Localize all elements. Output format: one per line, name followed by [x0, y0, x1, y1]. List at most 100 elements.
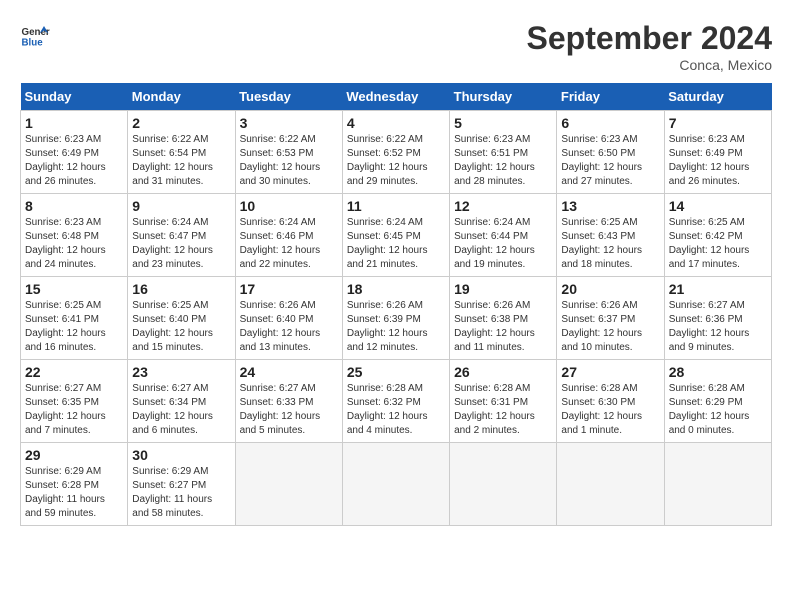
- day-info: Sunrise: 6:23 AM Sunset: 6:50 PM Dayligh…: [561, 133, 659, 189]
- day-number: 12: [454, 198, 552, 214]
- calendar-cell: 18 Sunrise: 6:26 AM Sunset: 6:39 PM Dayl…: [342, 277, 449, 360]
- day-info: Sunrise: 6:22 AM Sunset: 6:53 PM Dayligh…: [240, 133, 338, 189]
- calendar-cell: 8 Sunrise: 6:23 AM Sunset: 6:48 PM Dayli…: [21, 194, 128, 277]
- day-number: 28: [669, 364, 767, 380]
- day-info: Sunrise: 6:29 AM Sunset: 6:27 PM Dayligh…: [132, 465, 230, 521]
- calendar-cell: [450, 443, 557, 526]
- calendar-cell: 19 Sunrise: 6:26 AM Sunset: 6:38 PM Dayl…: [450, 277, 557, 360]
- day-info: Sunrise: 6:22 AM Sunset: 6:52 PM Dayligh…: [347, 133, 445, 189]
- day-number: 24: [240, 364, 338, 380]
- day-info: Sunrise: 6:23 AM Sunset: 6:48 PM Dayligh…: [25, 216, 123, 272]
- calendar-cell: 20 Sunrise: 6:26 AM Sunset: 6:37 PM Dayl…: [557, 277, 664, 360]
- day-info: Sunrise: 6:27 AM Sunset: 6:36 PM Dayligh…: [669, 299, 767, 355]
- calendar-cell: 28 Sunrise: 6:28 AM Sunset: 6:29 PM Dayl…: [664, 360, 771, 443]
- calendar-cell: 3 Sunrise: 6:22 AM Sunset: 6:53 PM Dayli…: [235, 111, 342, 194]
- day-number: 27: [561, 364, 659, 380]
- calendar-cell: 1 Sunrise: 6:23 AM Sunset: 6:49 PM Dayli…: [21, 111, 128, 194]
- day-info: Sunrise: 6:28 AM Sunset: 6:32 PM Dayligh…: [347, 382, 445, 438]
- calendar-cell: 30 Sunrise: 6:29 AM Sunset: 6:27 PM Dayl…: [128, 443, 235, 526]
- logo-icon: General Blue: [20, 20, 50, 50]
- day-info: Sunrise: 6:23 AM Sunset: 6:51 PM Dayligh…: [454, 133, 552, 189]
- day-number: 14: [669, 198, 767, 214]
- weekday-header: Saturday: [664, 83, 771, 111]
- calendar-cell: 15 Sunrise: 6:25 AM Sunset: 6:41 PM Dayl…: [21, 277, 128, 360]
- calendar-cell: 24 Sunrise: 6:27 AM Sunset: 6:33 PM Dayl…: [235, 360, 342, 443]
- day-number: 21: [669, 281, 767, 297]
- day-info: Sunrise: 6:27 AM Sunset: 6:35 PM Dayligh…: [25, 382, 123, 438]
- calendar-cell: 9 Sunrise: 6:24 AM Sunset: 6:47 PM Dayli…: [128, 194, 235, 277]
- calendar-cell: 16 Sunrise: 6:25 AM Sunset: 6:40 PM Dayl…: [128, 277, 235, 360]
- day-number: 17: [240, 281, 338, 297]
- weekday-header: Tuesday: [235, 83, 342, 111]
- day-number: 3: [240, 115, 338, 131]
- weekday-header: Monday: [128, 83, 235, 111]
- day-info: Sunrise: 6:27 AM Sunset: 6:34 PM Dayligh…: [132, 382, 230, 438]
- day-number: 1: [25, 115, 123, 131]
- calendar-row: 15 Sunrise: 6:25 AM Sunset: 6:41 PM Dayl…: [21, 277, 772, 360]
- calendar-cell: 17 Sunrise: 6:26 AM Sunset: 6:40 PM Dayl…: [235, 277, 342, 360]
- calendar-cell: 13 Sunrise: 6:25 AM Sunset: 6:43 PM Dayl…: [557, 194, 664, 277]
- day-number: 13: [561, 198, 659, 214]
- day-number: 16: [132, 281, 230, 297]
- day-number: 5: [454, 115, 552, 131]
- day-info: Sunrise: 6:26 AM Sunset: 6:39 PM Dayligh…: [347, 299, 445, 355]
- svg-text:Blue: Blue: [22, 38, 44, 49]
- day-info: Sunrise: 6:24 AM Sunset: 6:45 PM Dayligh…: [347, 216, 445, 272]
- day-number: 22: [25, 364, 123, 380]
- day-info: Sunrise: 6:26 AM Sunset: 6:38 PM Dayligh…: [454, 299, 552, 355]
- page-header: General Blue September 2024 Conca, Mexic…: [20, 20, 772, 73]
- title-block: September 2024 Conca, Mexico: [527, 20, 772, 73]
- weekday-header: Friday: [557, 83, 664, 111]
- svg-text:General: General: [22, 27, 51, 38]
- calendar-cell: [664, 443, 771, 526]
- day-info: Sunrise: 6:23 AM Sunset: 6:49 PM Dayligh…: [25, 133, 123, 189]
- day-number: 6: [561, 115, 659, 131]
- calendar-cell: [557, 443, 664, 526]
- day-info: Sunrise: 6:26 AM Sunset: 6:37 PM Dayligh…: [561, 299, 659, 355]
- day-number: 19: [454, 281, 552, 297]
- day-number: 8: [25, 198, 123, 214]
- day-info: Sunrise: 6:24 AM Sunset: 6:44 PM Dayligh…: [454, 216, 552, 272]
- day-number: 30: [132, 447, 230, 463]
- calendar-cell: 2 Sunrise: 6:22 AM Sunset: 6:54 PM Dayli…: [128, 111, 235, 194]
- day-info: Sunrise: 6:25 AM Sunset: 6:40 PM Dayligh…: [132, 299, 230, 355]
- day-info: Sunrise: 6:25 AM Sunset: 6:43 PM Dayligh…: [561, 216, 659, 272]
- calendar-row: 22 Sunrise: 6:27 AM Sunset: 6:35 PM Dayl…: [21, 360, 772, 443]
- calendar-cell: 10 Sunrise: 6:24 AM Sunset: 6:46 PM Dayl…: [235, 194, 342, 277]
- calendar-cell: [342, 443, 449, 526]
- day-number: 9: [132, 198, 230, 214]
- day-info: Sunrise: 6:25 AM Sunset: 6:42 PM Dayligh…: [669, 216, 767, 272]
- day-info: Sunrise: 6:25 AM Sunset: 6:41 PM Dayligh…: [25, 299, 123, 355]
- weekday-header: Sunday: [21, 83, 128, 111]
- calendar-cell: 22 Sunrise: 6:27 AM Sunset: 6:35 PM Dayl…: [21, 360, 128, 443]
- day-number: 23: [132, 364, 230, 380]
- calendar-table: SundayMondayTuesdayWednesdayThursdayFrid…: [20, 83, 772, 526]
- day-number: 25: [347, 364, 445, 380]
- day-number: 29: [25, 447, 123, 463]
- calendar-cell: 29 Sunrise: 6:29 AM Sunset: 6:28 PM Dayl…: [21, 443, 128, 526]
- day-number: 18: [347, 281, 445, 297]
- calendar-cell: 14 Sunrise: 6:25 AM Sunset: 6:42 PM Dayl…: [664, 194, 771, 277]
- calendar-row: 29 Sunrise: 6:29 AM Sunset: 6:28 PM Dayl…: [21, 443, 772, 526]
- calendar-cell: 6 Sunrise: 6:23 AM Sunset: 6:50 PM Dayli…: [557, 111, 664, 194]
- calendar-cell: 27 Sunrise: 6:28 AM Sunset: 6:30 PM Dayl…: [557, 360, 664, 443]
- weekday-header: Thursday: [450, 83, 557, 111]
- day-number: 4: [347, 115, 445, 131]
- calendar-cell: 4 Sunrise: 6:22 AM Sunset: 6:52 PM Dayli…: [342, 111, 449, 194]
- calendar-row: 8 Sunrise: 6:23 AM Sunset: 6:48 PM Dayli…: [21, 194, 772, 277]
- day-info: Sunrise: 6:24 AM Sunset: 6:46 PM Dayligh…: [240, 216, 338, 272]
- day-info: Sunrise: 6:28 AM Sunset: 6:29 PM Dayligh…: [669, 382, 767, 438]
- day-info: Sunrise: 6:28 AM Sunset: 6:31 PM Dayligh…: [454, 382, 552, 438]
- day-number: 10: [240, 198, 338, 214]
- calendar-cell: 26 Sunrise: 6:28 AM Sunset: 6:31 PM Dayl…: [450, 360, 557, 443]
- month-title: September 2024: [527, 20, 772, 57]
- day-number: 7: [669, 115, 767, 131]
- day-number: 20: [561, 281, 659, 297]
- calendar-cell: 5 Sunrise: 6:23 AM Sunset: 6:51 PM Dayli…: [450, 111, 557, 194]
- logo: General Blue: [20, 20, 50, 50]
- calendar-cell: 7 Sunrise: 6:23 AM Sunset: 6:49 PM Dayli…: [664, 111, 771, 194]
- calendar-cell: 12 Sunrise: 6:24 AM Sunset: 6:44 PM Dayl…: [450, 194, 557, 277]
- weekday-header-row: SundayMondayTuesdayWednesdayThursdayFrid…: [21, 83, 772, 111]
- day-info: Sunrise: 6:23 AM Sunset: 6:49 PM Dayligh…: [669, 133, 767, 189]
- calendar-cell: 11 Sunrise: 6:24 AM Sunset: 6:45 PM Dayl…: [342, 194, 449, 277]
